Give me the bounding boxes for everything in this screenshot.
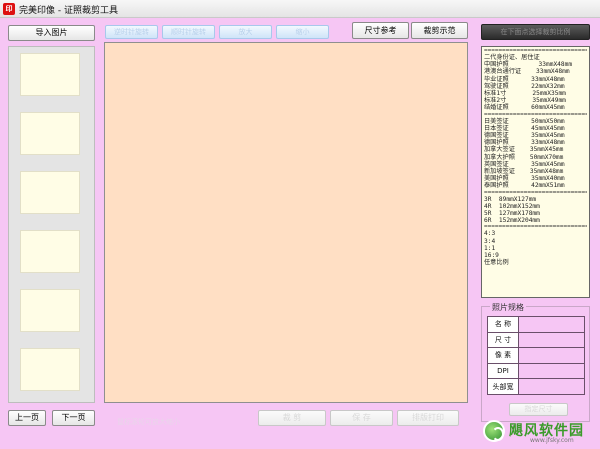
domestic-size-list[interactable]: 二代身份证、居住证 中国护照 33mmX48mm 港澳台通行证 33mmX48mm 毕… <box>484 54 587 112</box>
thumbnail-slot[interactable] <box>20 53 80 96</box>
size-list-item[interactable]: 日本签证 45mmX45mm <box>484 125 587 132</box>
spec-row-pixels: 像 素 <box>487 347 585 364</box>
spec-label: 像 素 <box>487 347 519 364</box>
spec-row-head: 头部宽 <box>487 378 585 395</box>
import-image-button[interactable]: 导入图片 <box>8 25 95 41</box>
size-list-item[interactable]: 1:1 <box>484 245 587 252</box>
title-bar: 印 完美印像 - 证照裁剪工具 <box>0 0 600 18</box>
size-list-item[interactable]: 加拿大护照 50mmX70mm <box>484 154 587 161</box>
spec-label: 名 称 <box>487 316 519 333</box>
spec-value <box>518 378 585 395</box>
save-button[interactable]: 保 存 <box>330 410 393 426</box>
print-layout-button[interactable]: 排版打印 <box>397 410 459 426</box>
size-list-item[interactable]: 加拿大签证 35mmX45mm <box>484 146 587 153</box>
photo-size-list[interactable]: 3R 89mmX127mm 4R 102mmX152mm 5R 127mmX178m… <box>484 196 587 225</box>
size-list-item[interactable]: 5R 127mmX178mm <box>484 210 587 217</box>
size-list-item[interactable]: 任意比例 <box>484 259 587 266</box>
next-page-button[interactable]: 下一页 <box>52 410 95 426</box>
visa-size-list[interactable]: 日美签证 50mmX50mm 日本签证 45mmX45mm 德国签证 35mmX45… <box>484 118 587 190</box>
size-list-item[interactable]: 6R 152mmX204mm <box>484 217 587 224</box>
spec-value <box>518 347 585 364</box>
spec-row-size: 尺 寸 <box>487 331 585 349</box>
window-title: 完美印像 - 证照裁剪工具 <box>19 6 118 16</box>
ratio-select-hint-button[interactable]: 在下面点选择裁剪比例 <box>481 24 590 40</box>
spec-label: 尺 寸 <box>487 331 519 349</box>
spec-row-dpi: DPI <box>487 362 585 380</box>
zoom-out-button[interactable]: 缩小 <box>276 25 329 39</box>
size-list-item[interactable]: 结婚证照 60mmX45mm <box>484 104 587 111</box>
spec-label: DPI <box>487 362 519 380</box>
list-separator: ============================== <box>484 189 587 196</box>
size-list-item[interactable]: 毕业证照 33mmX48mm <box>484 76 587 83</box>
prev-page-button[interactable]: 上一页 <box>8 410 46 426</box>
size-list-item[interactable]: 3R 89mmX127mm <box>484 196 587 203</box>
size-list-item[interactable]: 驾驶证照 22mmX32mm <box>484 83 587 90</box>
thumbnail-slot[interactable] <box>20 289 80 332</box>
canvas-hint: 鼠标滚轮可放大缩小 <box>117 418 180 426</box>
spec-value <box>518 331 585 349</box>
crop-canvas[interactable] <box>104 42 468 403</box>
set-size-button[interactable]: 指定尺寸 <box>509 403 568 416</box>
size-list-item[interactable]: 港澳台通行证 33mmX48mm <box>484 68 587 75</box>
size-reference-button[interactable]: 尺寸参考 <box>352 22 409 39</box>
spec-row-name: 名 称 <box>487 316 585 333</box>
spec-value <box>518 316 585 333</box>
app-icon: 印 <box>3 3 15 15</box>
spec-table: 名 称 尺 寸 像 素 DPI 头部宽 <box>487 316 585 395</box>
thumbnail-slot[interactable] <box>20 230 80 273</box>
size-list-item[interactable]: 4R 102mmX152mm <box>484 203 587 210</box>
zoom-in-button[interactable]: 放大 <box>219 25 272 39</box>
thumbnail-panel[interactable] <box>8 46 95 403</box>
swirl-logo-icon <box>483 420 505 442</box>
size-list-item[interactable]: 4:3 <box>484 230 587 237</box>
size-reference-list[interactable]: ============================== 二代身份证、居住证… <box>481 46 590 298</box>
rotate-right-button[interactable]: 顺时针旋转 <box>162 25 215 39</box>
thumbnail-slot[interactable] <box>20 112 80 155</box>
rotate-left-button[interactable]: 逆时针旋转 <box>105 25 158 39</box>
size-list-item[interactable]: 泰国护照 42mmX51mm <box>484 182 587 189</box>
size-list-item[interactable]: 英国签证 35mmX45mm <box>484 161 587 168</box>
size-list-item[interactable]: 日美签证 50mmX50mm <box>484 118 587 125</box>
list-separator: ============================== <box>484 224 587 231</box>
size-list-item[interactable]: 3:4 <box>484 238 587 245</box>
thumbnail-slot[interactable] <box>20 171 80 214</box>
ratio-list[interactable]: 4:3 3:4 1:1 16:9 任意比例 <box>484 230 587 266</box>
list-separator: ============================== <box>484 111 587 118</box>
site-watermark: 飓风软件园 www.jfsky.com <box>480 417 600 449</box>
thumbnail-slot[interactable] <box>20 348 80 391</box>
crop-example-button[interactable]: 裁剪示范 <box>411 22 468 39</box>
crop-button[interactable]: 裁 剪 <box>258 410 326 426</box>
spec-label: 头部宽 <box>487 378 519 395</box>
spec-value <box>518 362 585 380</box>
watermark-url: www.jfsky.com <box>530 437 574 444</box>
spec-title: 照片规格 <box>490 302 526 313</box>
